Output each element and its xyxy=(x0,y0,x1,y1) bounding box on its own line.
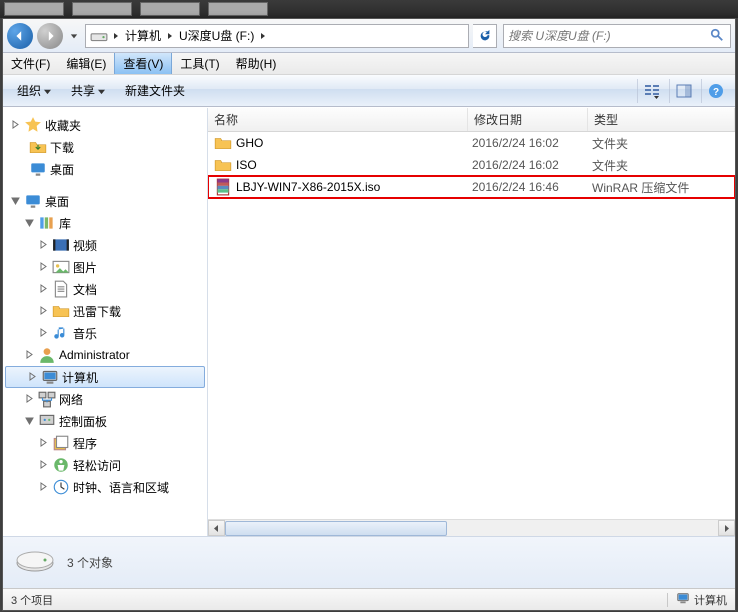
file-type: 文件夹 xyxy=(592,135,735,152)
file-row[interactable]: ISO2016/2/24 16:02文件夹 xyxy=(208,154,735,176)
menu-edit[interactable]: 编辑(E) xyxy=(58,53,114,74)
libraries-icon xyxy=(38,214,56,232)
navigation-pane[interactable]: 收藏夹 下载 桌面 桌面 库 视频 图片 文档 迅雷下载 音乐 Administ… xyxy=(3,108,208,536)
star-icon xyxy=(24,116,42,134)
scroll-right-button[interactable] xyxy=(718,520,735,536)
scroll-left-button[interactable] xyxy=(208,520,225,536)
explorer-window: 计算机 U深度U盘 (F:) 文件(F) 编辑(E) 查看(V) 工具(T) 帮… xyxy=(2,18,736,611)
ease-icon xyxy=(52,456,70,474)
column-type[interactable]: 类型 xyxy=(588,108,735,131)
tree-favorites[interactable]: 收藏夹 xyxy=(3,114,207,136)
tree-computer[interactable]: 计算机 xyxy=(5,366,205,388)
tree-programs[interactable]: 程序 xyxy=(3,432,207,454)
tree-downloads[interactable]: 下载 xyxy=(3,136,207,158)
path-separator[interactable] xyxy=(257,25,269,47)
tree-clock-lang[interactable]: 时钟、语言和区域 xyxy=(3,476,207,498)
tree-music[interactable]: 音乐 xyxy=(3,322,207,344)
video-icon xyxy=(52,236,70,254)
file-date: 2016/2/24 16:46 xyxy=(472,180,592,194)
desktop-icon xyxy=(24,192,42,210)
column-date[interactable]: 修改日期 xyxy=(468,108,588,131)
search-input[interactable] xyxy=(508,29,710,43)
search-box[interactable] xyxy=(503,24,731,48)
details-pane: 3 个对象 xyxy=(3,536,735,588)
menu-tools[interactable]: 工具(T) xyxy=(172,53,227,74)
menu-view[interactable]: 查看(V) xyxy=(114,53,172,74)
computer-icon xyxy=(41,368,59,386)
refresh-button[interactable] xyxy=(473,24,497,48)
desktop-icon xyxy=(29,160,47,178)
preview-pane-button[interactable] xyxy=(669,79,697,103)
tree-administrator[interactable]: Administrator xyxy=(3,344,207,366)
file-type: 文件夹 xyxy=(592,157,735,174)
tree-desktop[interactable]: 桌面 xyxy=(3,190,207,212)
tree-documents[interactable]: 文档 xyxy=(3,278,207,300)
menu-help[interactable]: 帮助(H) xyxy=(228,53,285,74)
back-button[interactable] xyxy=(7,23,33,49)
horizontal-scrollbar[interactable] xyxy=(208,519,735,536)
folder-icon xyxy=(214,134,232,152)
document-icon xyxy=(52,280,70,298)
column-headers: 名称 修改日期 类型 xyxy=(208,108,735,132)
file-row[interactable]: GHO2016/2/24 16:02文件夹 xyxy=(208,132,735,154)
pictures-icon xyxy=(52,258,70,276)
tree-network[interactable]: 网络 xyxy=(3,388,207,410)
status-computer: 计算机 xyxy=(668,591,735,608)
status-bar: 3 个项目 计算机 xyxy=(3,588,735,610)
folder-icon xyxy=(29,138,47,156)
status-item-count: 3 个项目 xyxy=(3,592,61,608)
rar-icon xyxy=(214,178,232,196)
scroll-track[interactable] xyxy=(225,520,718,536)
file-list-pane: 名称 修改日期 类型 GHO2016/2/24 16:02文件夹ISO2016/… xyxy=(208,108,735,536)
clock-icon xyxy=(52,478,70,496)
drive-icon xyxy=(90,27,108,45)
tree-xunlei[interactable]: 迅雷下载 xyxy=(3,300,207,322)
tree-control-panel[interactable]: 控制面板 xyxy=(3,410,207,432)
search-icon xyxy=(710,28,726,44)
help-button[interactable]: ? xyxy=(701,79,729,103)
folder-icon xyxy=(214,156,232,174)
computer-icon xyxy=(676,591,690,608)
svg-text:?: ? xyxy=(712,87,718,98)
organize-button[interactable]: 组织 xyxy=(9,78,59,103)
network-icon xyxy=(38,390,56,408)
path-separator[interactable] xyxy=(164,25,176,47)
forward-button[interactable] xyxy=(37,23,63,49)
address-bar[interactable]: 计算机 U深度U盘 (F:) xyxy=(85,24,469,48)
control-panel-icon xyxy=(38,412,56,430)
file-name: ISO xyxy=(236,158,472,172)
tree-pictures[interactable]: 图片 xyxy=(3,256,207,278)
path-separator[interactable] xyxy=(110,25,122,47)
history-dropdown[interactable] xyxy=(67,25,81,47)
view-options-button[interactable] xyxy=(637,79,665,103)
file-date: 2016/2/24 16:02 xyxy=(472,158,592,172)
share-button[interactable]: 共享 xyxy=(63,78,113,103)
user-icon xyxy=(38,346,56,364)
file-name: GHO xyxy=(236,136,472,150)
tree-desktop-fav[interactable]: 桌面 xyxy=(3,158,207,180)
menu-bar: 文件(F) 编辑(E) 查看(V) 工具(T) 帮助(H) xyxy=(3,53,735,75)
folder-icon xyxy=(52,302,70,320)
column-name[interactable]: 名称 xyxy=(208,108,468,131)
tree-videos[interactable]: 视频 xyxy=(3,234,207,256)
tree-ease-of-access[interactable]: 轻松访问 xyxy=(3,454,207,476)
programs-icon xyxy=(52,434,70,452)
drive-icon xyxy=(15,547,55,579)
breadcrumb-drive[interactable]: U深度U盘 (F:) xyxy=(176,25,257,47)
file-date: 2016/2/24 16:02 xyxy=(472,136,592,150)
details-text: 3 个对象 xyxy=(67,554,113,571)
file-row[interactable]: LBJY-WIN7-X86-2015X.iso2016/2/24 16:46Wi… xyxy=(208,176,735,198)
new-folder-button[interactable]: 新建文件夹 xyxy=(117,78,193,103)
music-icon xyxy=(52,324,70,342)
tree-libraries[interactable]: 库 xyxy=(3,212,207,234)
file-list[interactable]: GHO2016/2/24 16:02文件夹ISO2016/2/24 16:02文… xyxy=(208,132,735,519)
scroll-thumb[interactable] xyxy=(225,521,447,536)
nav-bar: 计算机 U深度U盘 (F:) xyxy=(3,19,735,53)
file-type: WinRAR 压缩文件 xyxy=(592,179,735,196)
breadcrumb-computer[interactable]: 计算机 xyxy=(122,25,164,47)
file-name: LBJY-WIN7-X86-2015X.iso xyxy=(236,180,472,194)
toolbar: 组织 共享 新建文件夹 ? xyxy=(3,75,735,107)
menu-file[interactable]: 文件(F) xyxy=(3,53,58,74)
